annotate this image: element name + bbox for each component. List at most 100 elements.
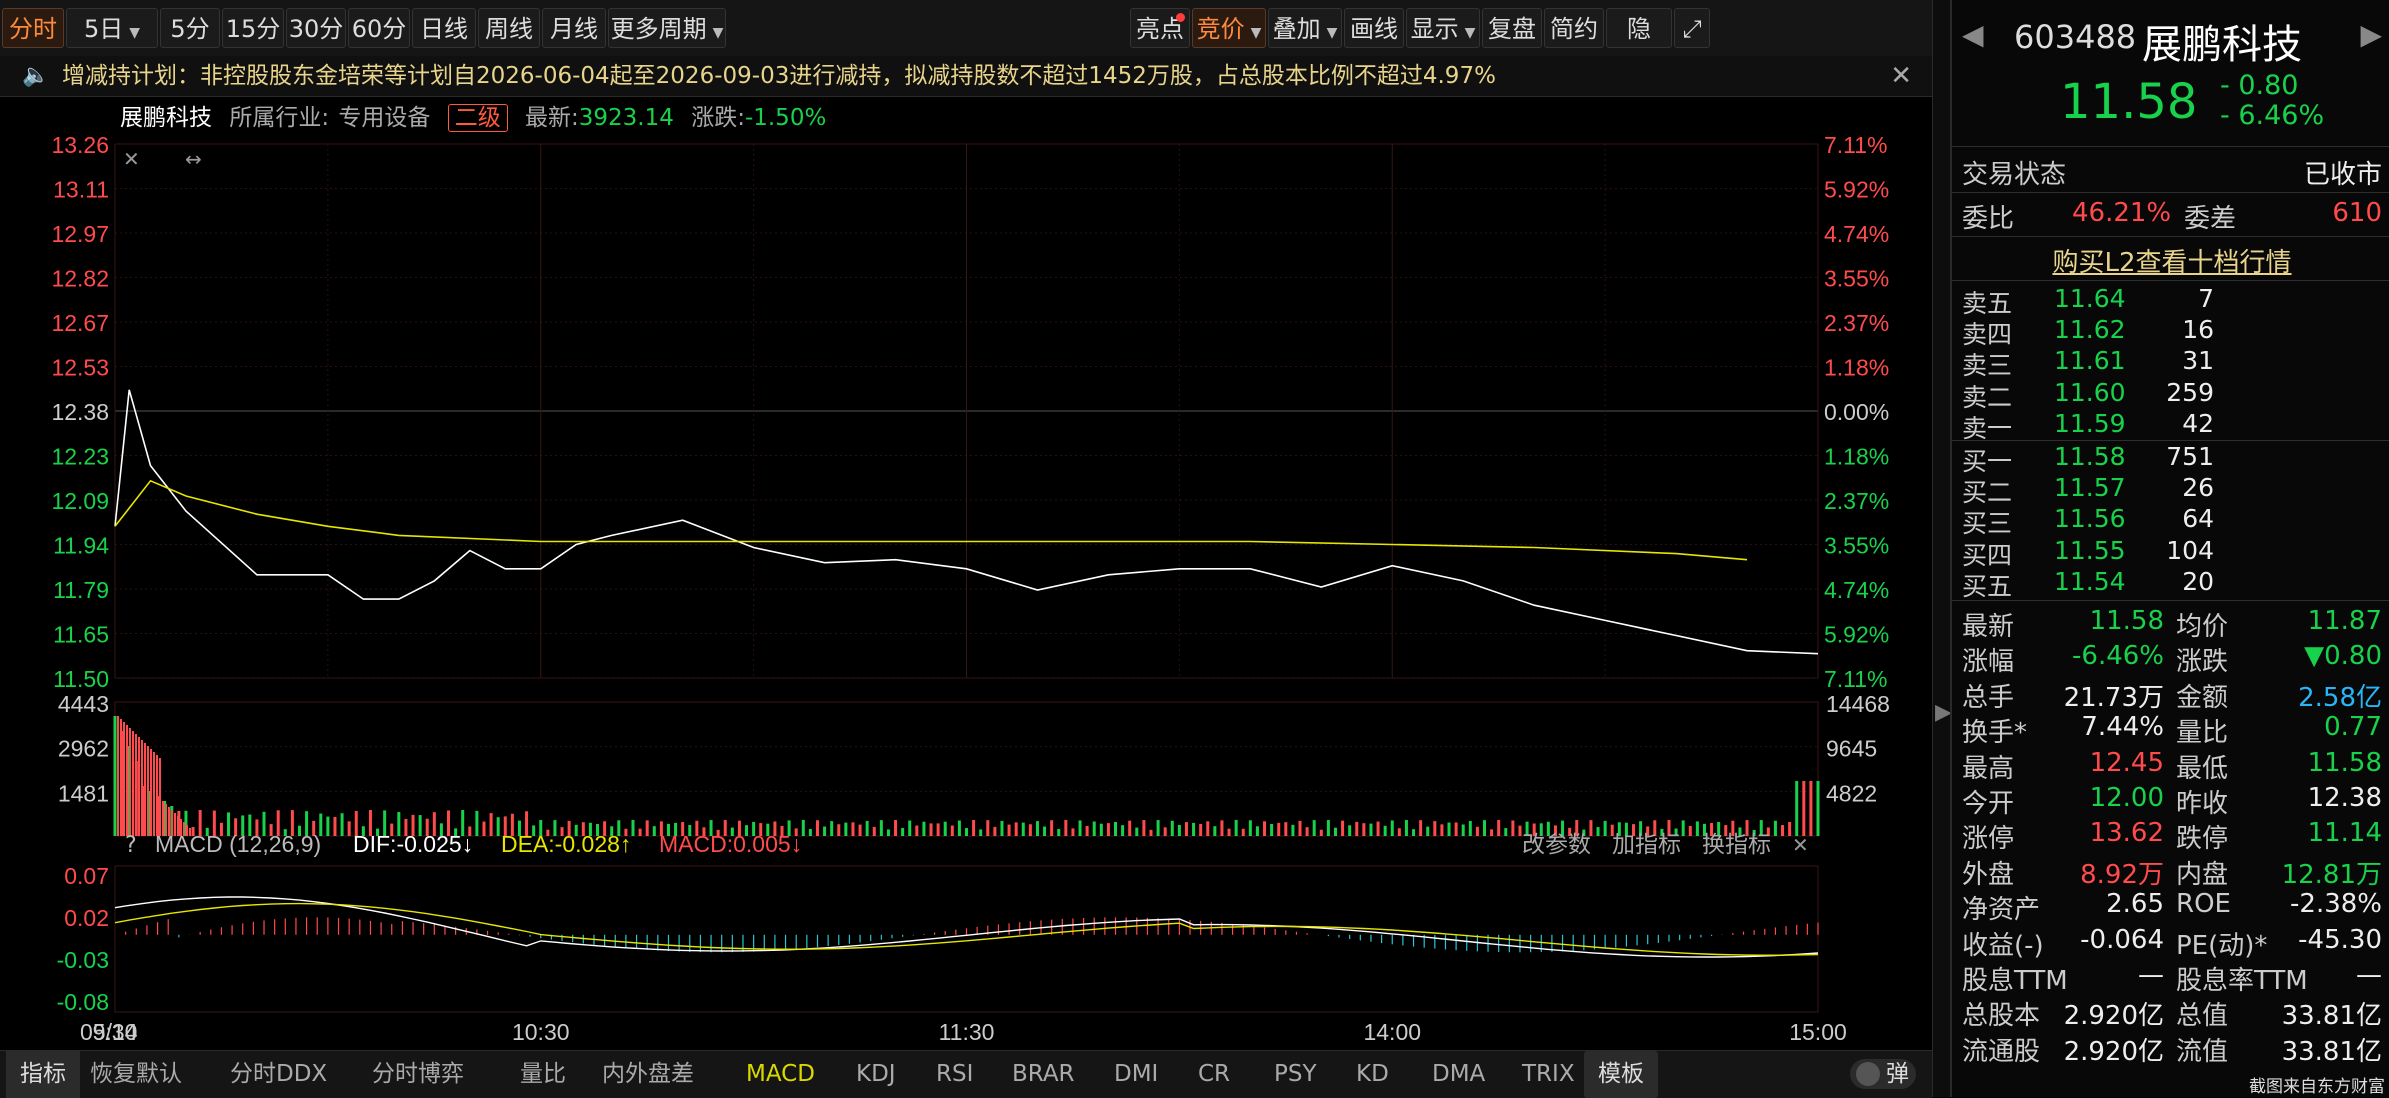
pct-tick-label: 5.92% (1824, 622, 1889, 648)
chevron-down-icon: ▼ (1326, 25, 1338, 41)
stat-row: 总手 21.73万 金额 2.58亿 (1962, 677, 2382, 713)
price-tick-label: 12.38 (51, 399, 109, 425)
ask-volume: 259 (2166, 377, 2214, 407)
stat-row: 收益(-) -0.064 PE(动)* -45.30 (1962, 925, 2382, 961)
toolbar-btn-5[interactable]: 复盘 (1482, 8, 1542, 48)
industry-level-badge[interactable]: 二级 (447, 104, 508, 132)
indicator-tab-4[interactable]: 量比 (520, 1051, 566, 1098)
chevron-down-icon: ▼ (1464, 25, 1476, 41)
period-tab-6[interactable]: 日线 (412, 8, 476, 48)
popup-toggle[interactable]: 弹 (1850, 1059, 1916, 1089)
pct-tick-label: 3.55% (1824, 266, 1889, 292)
toolbar-btn-4[interactable]: 显示 ▼ (1406, 8, 1480, 48)
toolbar-btn-7[interactable]: 隐藏» (1606, 8, 1672, 83)
volume-bar (1440, 824, 1444, 836)
volume-bar (1362, 823, 1366, 836)
expand-icon[interactable]: ⤢ (1674, 8, 1710, 48)
period-tab-5[interactable]: 60分钟 (348, 8, 410, 83)
stat-label: 换手* (1962, 718, 2028, 749)
close-icon[interactable]: ✕ (1890, 56, 1912, 96)
volume-bar (801, 820, 805, 836)
auction-volume-bar (123, 722, 125, 836)
bid-level-label: 买一 (1962, 447, 2013, 476)
stat-row: 换手* 7.44% 量比 0.77 (1962, 712, 2382, 749)
period-tab-0[interactable]: 分时 (2, 8, 64, 48)
indicator-tab-6[interactable]: MACD (746, 1051, 815, 1098)
indicator-tab-5[interactable]: 内外盘差 (602, 1051, 694, 1098)
prev-stock-icon[interactable]: ◀ (1962, 18, 1984, 51)
period-tab-8[interactable]: 月线 (542, 8, 606, 48)
volume-bar (1397, 828, 1401, 836)
auction-volume-bar (132, 731, 134, 836)
time-tick-label: 9:30 (93, 1019, 138, 1045)
template-button[interactable]: 模板 (1584, 1051, 1658, 1098)
toolbar-btn-1[interactable]: 竞价 ▼ (1192, 8, 1266, 48)
indicator-tab-14[interactable]: DMA (1432, 1051, 1485, 1098)
volume-bar (1355, 821, 1359, 836)
toolbar-btn-6[interactable]: 简约 (1544, 8, 1604, 48)
period-tab-1[interactable]: 5日 ▼ (66, 8, 158, 48)
volume-bar (1163, 827, 1167, 836)
toolbar-btn-2[interactable]: 叠加 ▼ (1268, 8, 1342, 48)
stat-label: ROE (2176, 889, 2231, 920)
quote-panel: ◀ 603488 展鹏科技 ▶ 11.58 - 0.80 - 6.46% 交易状… (1950, 0, 2389, 1097)
volume-bar (1341, 820, 1345, 836)
indicator-tab-13[interactable]: KD (1356, 1051, 1389, 1098)
pct-tick-label: 1.18% (1824, 355, 1889, 381)
speaker-icon[interactable]: 🔈 (22, 56, 49, 96)
toolbar-btn-3[interactable]: 画线 (1344, 8, 1404, 48)
quote-header: ◀ 603488 展鹏科技 ▶ (1962, 12, 2382, 68)
toolbar-btn-0[interactable]: 亮点 (1130, 8, 1190, 48)
stat-value: 8.92万 (2080, 859, 2164, 890)
notice-text[interactable]: 增减持计划：非控股股东金培荣等计划自2026-06-04起至2026-09-03… (62, 56, 1496, 96)
bid-volume: 104 (2166, 535, 2214, 565)
indicator-tab-8[interactable]: RSI (936, 1051, 973, 1098)
indicator-tab-12[interactable]: PSY (1274, 1051, 1317, 1098)
stat-value: 11.58 (2089, 606, 2164, 636)
chart-toolbar: 分时 5日 ▼ 5分钟15分钟30分钟60分钟日线周线月线更多周期 ▼ 亮点竞价 ▼ 叠加 ▼ 画… (0, 0, 1932, 83)
volume-bar (1270, 824, 1274, 836)
volume-bar (1284, 822, 1288, 836)
price-tick-label: 13.26 (51, 136, 109, 158)
intraday-chart[interactable]: 13.26 7.11% 13.11 5.92% 12.97 4.74% 12.82 3.55%… (0, 136, 1932, 1050)
indicator-bar: 指标 恢复默认 分时DDX 分时博弈 量比 内外盘差 MACD KDJ RSI BRAR DMI CR… (0, 1050, 1932, 1098)
l2-link[interactable]: 购买L2查看十档行情 (2052, 248, 2291, 278)
period-tab-4[interactable]: 30分钟 (286, 8, 346, 83)
industry-value[interactable]: 专用设备 (338, 105, 430, 131)
stat-label: 均价 (2176, 612, 2229, 642)
indicator-tab-1[interactable]: 恢复默认 (90, 1051, 182, 1098)
stat-label: 外盘 (1962, 859, 2015, 890)
indicator-tab-3[interactable]: 分时博弈 (372, 1051, 464, 1098)
ask-row: 卖二 11.60 259 (1962, 377, 2382, 412)
period-tab-2[interactable]: 5分钟 (160, 8, 220, 83)
period-tab-3[interactable]: 15分钟 (222, 8, 284, 83)
indicator-tab-0[interactable]: 指标 (6, 1051, 80, 1098)
indicator-tab-7[interactable]: KDJ (856, 1051, 896, 1098)
indicator-tab-2[interactable]: 分时DDX (230, 1051, 327, 1098)
macd-btn-0: 改参数 (1522, 831, 1591, 857)
period-tab-9[interactable]: 更多周期 ▼ (608, 8, 726, 48)
indicator-tab-10[interactable]: DMI (1114, 1051, 1158, 1098)
price-tick-label: 11.79 (53, 577, 109, 603)
stat-value: 2.65 (2106, 889, 2164, 920)
stat-value: 12.81万 (2281, 859, 2382, 890)
stat-value: 11.58 (2307, 747, 2382, 778)
indicator-tab-9[interactable]: BRAR (1012, 1051, 1075, 1098)
volume-tick-label: 2962 (58, 736, 109, 762)
volume-tick-label-right: 9645 (1826, 736, 1877, 762)
period-tab-label: 周线 (485, 15, 533, 43)
toggle-label: 弹 (1886, 1061, 1909, 1087)
period-tab-label: 更多周期 (610, 15, 707, 43)
bid-level-label: 买五 (1962, 571, 2013, 601)
period-tab-7[interactable]: 周线 (478, 8, 540, 48)
volume-bar (1404, 820, 1408, 836)
volume-bar (858, 824, 862, 836)
stat-value: 7.44% (2081, 712, 2164, 743)
indicator-tab-11[interactable]: CR (1198, 1051, 1230, 1098)
weibi-value: 46.21% (2072, 198, 2172, 228)
next-stock-icon[interactable]: ▶ (2360, 18, 2382, 51)
indicator-tab-15[interactable]: TRIX (1522, 1051, 1575, 1098)
panel-splitter[interactable]: ▶ (1932, 0, 1952, 1097)
auction-volume-bar (141, 740, 143, 836)
stock-name[interactable]: 展鹏科技 (120, 105, 212, 131)
